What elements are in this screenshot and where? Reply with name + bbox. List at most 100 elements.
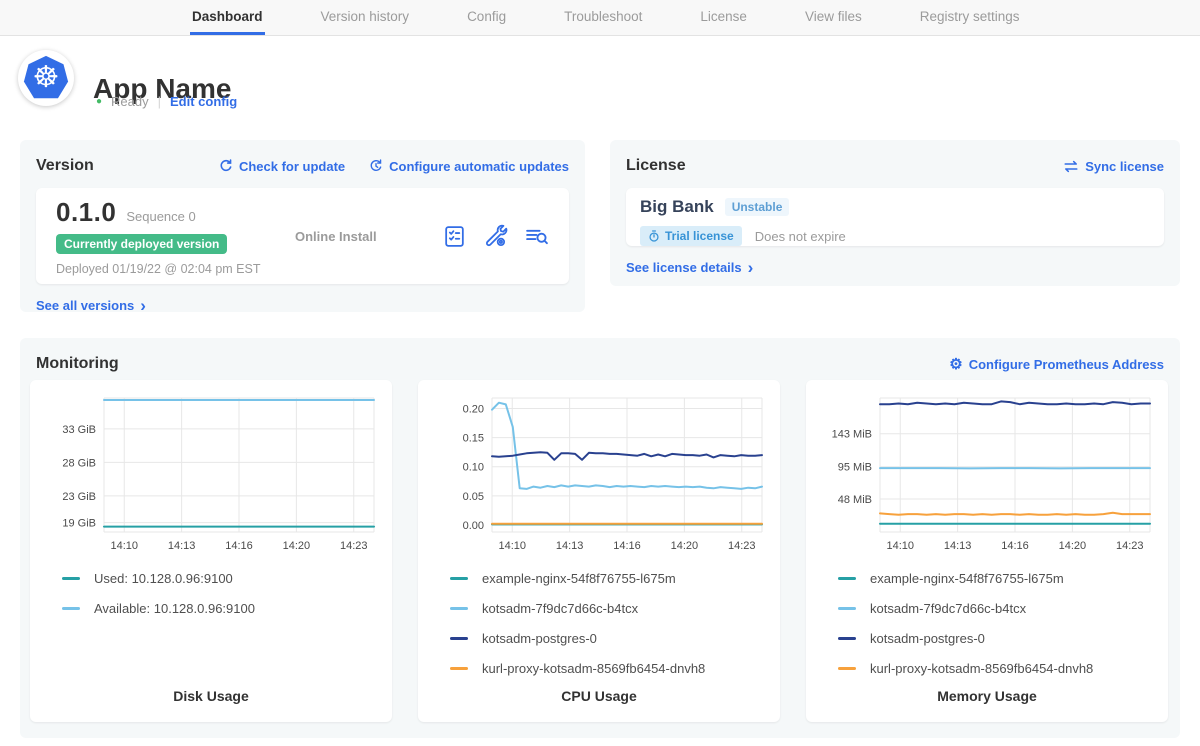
legend-item: kotsadm-postgres-0 xyxy=(450,631,770,646)
see-license-details-link[interactable]: See license details › xyxy=(626,260,753,275)
legend-item: Available: 10.128.0.96:9100 xyxy=(62,601,382,616)
legend-color-dash xyxy=(450,607,468,610)
legend-label: example-nginx-54f8f76755-l675m xyxy=(482,571,676,586)
legend-color-dash xyxy=(62,577,80,580)
legend-item: example-nginx-54f8f76755-l675m xyxy=(838,571,1158,586)
chart-card-cpu-usage: 0.200.150.100.050.0014:1014:1314:1614:20… xyxy=(418,380,780,722)
legend-label: kurl-proxy-kotsadm-8569fb6454-dnvh8 xyxy=(482,661,705,676)
legend-color-dash xyxy=(450,667,468,670)
tab-license[interactable]: License xyxy=(698,0,749,35)
sync-license-link[interactable]: Sync license xyxy=(1063,159,1164,174)
svg-text:14:10: 14:10 xyxy=(110,540,138,552)
svg-text:48 MiB: 48 MiB xyxy=(838,494,872,506)
legend-item: kotsadm-7f9dc7d66c-b4tcx xyxy=(838,601,1158,616)
deployed-timestamp: Deployed 01/19/22 @ 02:04 pm EST xyxy=(56,262,281,276)
legend-item: Used: 10.128.0.96:9100 xyxy=(62,571,382,586)
tab-dashboard[interactable]: Dashboard xyxy=(190,0,265,35)
configure-automatic-updates-link[interactable]: Configure automatic updates xyxy=(369,159,569,174)
chart-plot-memory-usage: 143 MiB95 MiB48 MiB14:1014:1314:1614:201… xyxy=(816,390,1158,554)
version-number: 0.1.0 xyxy=(56,197,116,228)
configure-wrench-icon[interactable] xyxy=(483,224,508,249)
tab-troubleshoot[interactable]: Troubleshoot xyxy=(562,0,644,35)
svg-text:0.00: 0.00 xyxy=(463,520,484,532)
trial-license-label: Trial license xyxy=(665,229,734,243)
legend-label: Used: 10.128.0.96:9100 xyxy=(94,571,233,586)
chart-title-disk-usage: Disk Usage xyxy=(40,688,382,704)
tab-version-history[interactable]: Version history xyxy=(319,0,412,35)
schedule-clock-icon xyxy=(369,159,383,173)
channel-badge: Unstable xyxy=(725,198,790,216)
edit-config-link[interactable]: Edit config xyxy=(170,94,237,109)
svg-text:14:16: 14:16 xyxy=(613,540,641,552)
svg-text:0.05: 0.05 xyxy=(463,491,484,503)
license-section-title: License xyxy=(626,157,686,175)
svg-text:14:16: 14:16 xyxy=(1001,540,1029,552)
legend-item: kurl-proxy-kotsadm-8569fb6454-dnvh8 xyxy=(450,661,770,676)
refresh-icon xyxy=(219,159,233,173)
svg-text:14:20: 14:20 xyxy=(671,540,699,552)
svg-text:0.20: 0.20 xyxy=(463,403,484,415)
chart-card-memory-usage: 143 MiB95 MiB48 MiB14:1014:1314:1614:201… xyxy=(806,380,1168,722)
chart-legend-cpu-usage: example-nginx-54f8f76755-l675m kotsadm-7f… xyxy=(450,571,770,676)
legend-item: kotsadm-7f9dc7d66c-b4tcx xyxy=(450,601,770,616)
check-for-update-link[interactable]: Check for update xyxy=(219,159,345,174)
legend-color-dash xyxy=(838,667,856,670)
chart-title-cpu-usage: CPU Usage xyxy=(428,688,770,704)
legend-color-dash xyxy=(838,577,856,580)
license-section: License Sync license Big Bank Unstable T… xyxy=(610,140,1180,286)
legend-label: kotsadm-7f9dc7d66c-b4tcx xyxy=(870,601,1026,616)
svg-text:14:10: 14:10 xyxy=(498,540,526,552)
kubernetes-logo-icon: ☸ xyxy=(23,55,69,101)
sync-license-label: Sync license xyxy=(1085,159,1164,174)
legend-color-dash xyxy=(838,607,856,610)
license-card: Big Bank Unstable Trial license Does not… xyxy=(626,188,1164,246)
chart-title-memory-usage: Memory Usage xyxy=(816,688,1158,704)
chart-plot-cpu-usage: 0.200.150.100.050.0014:1014:1314:1614:20… xyxy=(428,390,770,554)
chart-card-disk-usage: 33 GiB28 GiB23 GiB19 GiB14:1014:1314:161… xyxy=(30,380,392,722)
chart-legend-disk-usage: Used: 10.128.0.96:9100 Available: 10.128.… xyxy=(62,571,382,616)
configure-automatic-updates-label: Configure automatic updates xyxy=(389,159,569,174)
svg-text:33 GiB: 33 GiB xyxy=(62,424,96,436)
legend-color-dash xyxy=(450,637,468,640)
see-all-versions-link[interactable]: See all versions › xyxy=(36,298,146,313)
legend-label: kurl-proxy-kotsadm-8569fb6454-dnvh8 xyxy=(870,661,1093,676)
monitoring-section: Monitoring ⚙ Configure Prometheus Addres… xyxy=(20,338,1180,738)
view-logs-icon[interactable] xyxy=(524,224,549,249)
legend-label: kotsadm-postgres-0 xyxy=(870,631,985,646)
tab-registry-settings[interactable]: Registry settings xyxy=(918,0,1022,35)
app-status-row: ● Ready | Edit config xyxy=(96,94,237,109)
svg-text:14:23: 14:23 xyxy=(1116,540,1144,552)
legend-label: Available: 10.128.0.96:9100 xyxy=(94,601,255,616)
version-sequence: Sequence 0 xyxy=(126,209,195,224)
legend-color-dash xyxy=(62,607,80,610)
preflight-checks-icon[interactable] xyxy=(442,224,467,249)
legend-label: kotsadm-7f9dc7d66c-b4tcx xyxy=(482,601,638,616)
version-section: Version Check for update Configure autom… xyxy=(20,140,585,312)
chevron-right-icon: › xyxy=(748,263,754,273)
chart-plot-disk-usage: 33 GiB28 GiB23 GiB19 GiB14:1014:1314:161… xyxy=(40,390,382,554)
legend-label: kotsadm-postgres-0 xyxy=(482,631,597,646)
svg-text:23 GiB: 23 GiB xyxy=(62,491,96,503)
chevron-right-icon: › xyxy=(140,301,146,311)
currently-deployed-badge: Currently deployed version xyxy=(56,234,227,254)
svg-text:0.10: 0.10 xyxy=(463,462,484,474)
license-name: Big Bank xyxy=(640,197,714,217)
tab-view-files[interactable]: View files xyxy=(803,0,864,35)
legend-item: kotsadm-postgres-0 xyxy=(838,631,1158,646)
legend-item: example-nginx-54f8f76755-l675m xyxy=(450,571,770,586)
svg-text:14:13: 14:13 xyxy=(168,540,196,552)
svg-text:14:10: 14:10 xyxy=(886,540,914,552)
app-status-label: Ready xyxy=(111,94,149,109)
svg-text:28 GiB: 28 GiB xyxy=(62,457,96,469)
svg-text:143 MiB: 143 MiB xyxy=(832,429,872,441)
top-nav: Dashboard Version history Config Troublesho… xyxy=(0,0,1200,36)
legend-item: kurl-proxy-kotsadm-8569fb6454-dnvh8 xyxy=(838,661,1158,676)
svg-text:14:23: 14:23 xyxy=(340,540,368,552)
see-all-versions-label: See all versions xyxy=(36,298,134,313)
divider: | xyxy=(158,94,161,109)
status-dot-icon: ● xyxy=(96,96,102,107)
svg-text:14:13: 14:13 xyxy=(944,540,972,552)
tab-config[interactable]: Config xyxy=(465,0,508,35)
legend-color-dash xyxy=(838,637,856,640)
chart-legend-memory-usage: example-nginx-54f8f76755-l675m kotsadm-7f… xyxy=(838,571,1158,676)
